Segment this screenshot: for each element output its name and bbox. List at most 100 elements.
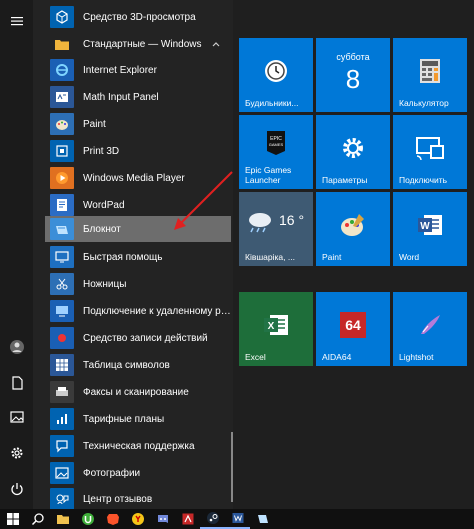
svg-text:W: W (420, 221, 430, 232)
app-item-data-plans[interactable]: Тарифные планы (45, 406, 231, 432)
notepad-taskbar-button[interactable] (250, 509, 275, 529)
app-item-steps-recorder[interactable]: Средство записи действий (45, 325, 231, 351)
tile-lightshot[interactable]: Lightshot (393, 292, 467, 366)
calendar-date: 8 (345, 64, 361, 94)
app-item-internet-explorer[interactable]: Internet Explorer (45, 57, 231, 83)
utorrent-button[interactable] (75, 509, 100, 529)
math-input-icon (50, 86, 74, 108)
tile-label: Epic Games Launcher (245, 165, 292, 185)
app-item-feedback-hub[interactable]: Центр отзывов (45, 486, 231, 509)
tile-weather[interactable]: 16 ° Кiвшарiка, ... (239, 192, 313, 266)
tile-calendar[interactable]: суббота 8 (316, 38, 390, 112)
aida64-taskbar-icon (182, 513, 193, 525)
paint-palette-icon (341, 213, 364, 236)
tile-aida64[interactable]: 64 AIDA64 (316, 292, 390, 366)
app-label: Техническая поддержка (83, 440, 195, 452)
app-item-paint[interactable]: Paint (45, 111, 231, 137)
app-item-fax-scan[interactable]: Факсы и сканирование (45, 379, 231, 405)
tile-connect[interactable]: Подключить (393, 115, 467, 189)
app-label: WordPad (83, 199, 125, 211)
tile-label: Кiвшарiка, ... (245, 252, 295, 262)
app-item-wordpad[interactable]: WordPad (45, 192, 231, 218)
wordpad-icon (50, 194, 74, 216)
tile-settings[interactable]: Параметры (316, 115, 390, 189)
internet-explorer-icon (50, 59, 74, 81)
documents-button[interactable] (0, 366, 33, 400)
tile-label: Lightshot (399, 352, 434, 362)
brave-browser-button[interactable] (100, 509, 125, 529)
tile-epic-games[interactable]: EPIC GAMES Epic Games Launcher (239, 115, 313, 189)
settings-icon (11, 447, 22, 459)
tile-excel[interactable]: X Excel (239, 292, 313, 366)
folder-icon (50, 33, 74, 55)
notepad-icon (50, 218, 74, 240)
app-item-get-help[interactable]: Техническая поддержка (45, 433, 231, 459)
weather-temperature: 16 ° (279, 212, 305, 228)
app-item-photos[interactable]: Фотографии (45, 460, 231, 486)
app-list-scrollbar[interactable] (231, 432, 233, 502)
app-item-math-input-panel[interactable]: Math Input Panel (45, 84, 231, 110)
calculator-icon (420, 58, 440, 83)
pictures-icon (9, 411, 24, 423)
lightshot-icon (421, 314, 440, 334)
discord-button[interactable] (150, 509, 175, 529)
alarm-clock-icon (265, 59, 287, 82)
fax-scan-icon (50, 381, 74, 403)
yandex-browser-button[interactable] (125, 509, 150, 529)
photos-icon (50, 462, 74, 484)
app-item-3d-viewer[interactable]: Средство 3D-просмотра (45, 4, 231, 30)
connect-icon (416, 136, 444, 160)
app-item-snipping-tool[interactable]: Ножницы (45, 271, 231, 297)
hamburger-menu-button[interactable] (0, 4, 33, 38)
pictures-button[interactable] (0, 400, 33, 434)
brave-browser-icon (106, 514, 119, 525)
app-label: Стандартные — Windows (83, 38, 202, 50)
remote-desktop-icon (50, 300, 74, 322)
yandex-browser-icon (131, 513, 144, 525)
start-button[interactable] (0, 509, 25, 529)
chevron-up-icon[interactable] (211, 39, 221, 49)
tile-label: AIDA64 (322, 352, 352, 362)
documents-icon (11, 376, 23, 390)
steam-icon (206, 512, 219, 524)
tile-calculator[interactable]: Калькулятор (393, 38, 467, 112)
hamburger-menu-icon (10, 17, 23, 26)
start-menu-rail (0, 0, 33, 509)
taskbar (0, 509, 474, 529)
app-folder-accessories[interactable]: Стандартные — Windows (45, 31, 231, 57)
app-item-character-map[interactable]: Таблица символов (45, 352, 231, 378)
tile-alarms-clock[interactable]: Будильники... (239, 38, 313, 112)
app-label: Подключение к удаленному раб... (83, 305, 231, 317)
aida64-taskbar-button[interactable] (175, 509, 200, 529)
steam-button[interactable] (200, 509, 225, 529)
power-icon (10, 483, 23, 496)
app-item-notepad[interactable]: Блокнот (45, 216, 231, 242)
notepad-taskbar-icon (257, 515, 268, 523)
quick-assist-icon (50, 246, 74, 268)
paint-palette-icon (50, 113, 74, 135)
app-label: Быстрая помощь (83, 251, 163, 263)
power-button[interactable] (0, 472, 33, 506)
weather-icon (249, 213, 271, 233)
tile-label: Калькулятор (399, 98, 449, 108)
app-item-print-3d[interactable]: Print 3D (45, 138, 231, 164)
app-label: Таблица символов (83, 359, 170, 371)
data-plans-icon (50, 408, 74, 430)
settings-button[interactable] (0, 436, 33, 470)
word-taskbar-button[interactable] (225, 509, 250, 529)
user-account-button[interactable] (0, 330, 33, 364)
app-item-remote-desktop[interactable]: Подключение к удаленному раб... (45, 298, 231, 324)
word-taskbar-icon (232, 513, 243, 523)
file-explorer-button[interactable] (50, 509, 75, 529)
app-label: Math Input Panel (83, 91, 159, 103)
app-label: Ножницы (83, 278, 127, 290)
app-label: Paint (83, 118, 106, 130)
tile-word[interactable]: W Word (393, 192, 467, 266)
search-button[interactable] (25, 509, 50, 529)
app-item-quick-assist[interactable]: Быстрая помощь (45, 244, 231, 270)
tile-label: Word (399, 252, 420, 262)
app-item-windows-media-player[interactable]: Windows Media Player (45, 165, 231, 191)
svg-text:X: X (268, 321, 275, 332)
tile-paint[interactable]: Paint (316, 192, 390, 266)
app-list: Средство 3D-просмотра Стандартные — Wind… (33, 0, 233, 509)
